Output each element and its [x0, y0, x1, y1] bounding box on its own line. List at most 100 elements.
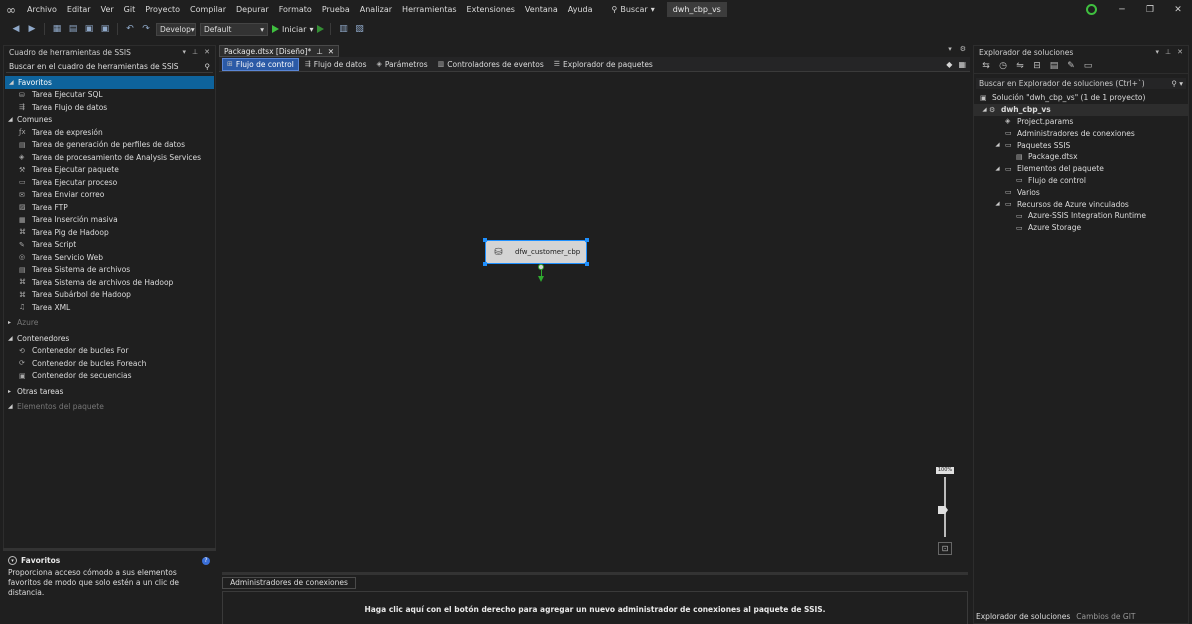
tab-list-dropdown-icon[interactable]: ▾	[948, 45, 952, 53]
sync-icon[interactable]: ⇋	[1014, 60, 1026, 72]
toolbox-search-input[interactable]: Buscar en el cuadro de herramientas de S…	[6, 60, 213, 73]
toolbox-item[interactable]: ♫ Tarea XML	[4, 301, 215, 314]
forward-icon[interactable]: ▶	[26, 23, 38, 35]
menu-ventana[interactable]: Ventana	[520, 0, 563, 19]
start-button[interactable]: Iniciar ▾	[272, 25, 313, 34]
zoom-slider-thumb[interactable]	[938, 506, 948, 514]
precedence-constraint-handle[interactable]	[538, 264, 544, 270]
properties-wrench-icon[interactable]: ✎	[1065, 60, 1077, 72]
help-icon[interactable]: ?	[202, 557, 210, 565]
tab-data-flow[interactable]: ⇶ Flujo de datos	[301, 58, 371, 71]
toolbox-item[interactable]: ▣ Contenedor de secuencias	[4, 370, 215, 383]
toolbox-category-azure[interactable]: ▸ Azure	[4, 317, 215, 330]
toolbox-item[interactable]: ✎ Tarea Script	[4, 239, 215, 252]
toolbox-item[interactable]: ✉ Tarea Enviar correo	[4, 189, 215, 202]
undo-icon[interactable]: ↶	[124, 23, 136, 35]
redo-icon[interactable]: ↷	[140, 23, 152, 35]
menu-archivo[interactable]: Archivo	[22, 0, 62, 19]
data-flow-task-node[interactable]: ⛁ dfw_customer_cbp	[483, 238, 589, 266]
toolbox-item[interactable]: ⌘ Tarea Sistema de archivos de Hadoop	[4, 276, 215, 289]
back-icon[interactable]: ◀	[10, 23, 22, 35]
layout-icon[interactable]: ▧	[353, 23, 365, 35]
toolbox-category-elementos-del-paquete[interactable]: ◢ Elementos del paquete	[4, 401, 215, 414]
tree-item-azure-resources[interactable]: ◢ ▭ Recursos de Azure vinculados	[974, 198, 1188, 210]
resize-handle[interactable]	[585, 262, 589, 266]
expanded-arrow-icon[interactable]: ◢	[990, 166, 1005, 172]
start-without-debug-icon[interactable]	[317, 25, 325, 33]
close-icon[interactable]: ✕	[204, 48, 210, 56]
close-icon[interactable]: ✕	[1164, 5, 1192, 15]
preview-icon[interactable]: ▭	[1082, 60, 1094, 72]
tab-event-handlers[interactable]: ▥ Controladores de eventos	[434, 58, 548, 71]
menu-depurar[interactable]: Depurar	[231, 0, 274, 19]
tree-item-misc[interactable]: ▭ Varios	[974, 186, 1188, 198]
tree-item-azure-storage[interactable]: ▭ Azure Storage	[974, 222, 1188, 234]
menu-analizar[interactable]: Analizar	[355, 0, 397, 19]
save-all-icon[interactable]: ▣	[99, 23, 111, 35]
tree-item-package-parts[interactable]: ◢ ▭ Elementos del paquete	[974, 163, 1188, 175]
resize-handle[interactable]	[483, 262, 487, 266]
minimize-icon[interactable]: ─	[1108, 5, 1136, 15]
gear-icon[interactable]: ⚙	[960, 45, 966, 53]
toolbox-item[interactable]: ⌘ Tarea Subárbol de Hadoop	[4, 289, 215, 302]
close-icon[interactable]: ✕	[1177, 48, 1183, 56]
collapse-all-icon[interactable]: ⊟	[1031, 60, 1043, 72]
toolbox-item[interactable]: ◎ Tarea Servicio Web	[4, 251, 215, 264]
tree-item-azure-ssis-ir[interactable]: ▭ Azure-SSIS Integration Runtime	[974, 210, 1188, 222]
toolbox-item[interactable]: ƒx Tarea de expresión	[4, 126, 215, 139]
menu-ayuda[interactable]: Ayuda	[563, 0, 598, 19]
solution-explorer-search-input[interactable]: Buscar en Explorador de soluciones (Ctrl…	[976, 78, 1186, 89]
restore-icon[interactable]: ❐	[1136, 5, 1164, 15]
show-all-files-icon[interactable]: ▤	[1048, 60, 1060, 72]
tree-item-solution[interactable]: ▣ Solución "dwh_cbp_vs" (1 de 1 proyecto)	[974, 92, 1188, 104]
toolbox-item[interactable]: ◈ Tarea de procesamiento de Analysis Serv…	[4, 151, 215, 164]
history-icon[interactable]: ◷	[997, 60, 1009, 72]
tab-solution-explorer[interactable]: Explorador de soluciones	[976, 612, 1070, 623]
toolbox-item[interactable]: ▨ Tarea FTP	[4, 201, 215, 214]
pin-icon[interactable]: ⊥	[1165, 48, 1171, 56]
expanded-arrow-icon[interactable]: ◢	[980, 107, 989, 113]
expanded-arrow-icon[interactable]: ◢	[990, 142, 1005, 148]
toolbox-item[interactable]: ⛁ Tarea Ejecutar SQL	[4, 89, 215, 102]
open-folder-icon[interactable]: ▤	[67, 23, 79, 35]
dropdown-icon[interactable]: ▾	[183, 48, 187, 56]
collapse-circle-icon[interactable]: ▾	[8, 556, 17, 565]
toolbox-category-otras-tareas[interactable]: ▸ Otras tareas	[4, 385, 215, 398]
switch-views-icon[interactable]: ⇆	[980, 60, 992, 72]
tree-item-project-params[interactable]: ◈ Project.params	[974, 116, 1188, 128]
copilot-icon[interactable]	[1086, 4, 1097, 15]
tab-parameters[interactable]: ◈ Parámetros	[372, 58, 431, 71]
precedence-constraint-arrow-icon[interactable]	[538, 276, 544, 282]
menu-ver[interactable]: Ver	[96, 0, 119, 19]
toolbox-category-contenedores[interactable]: ◢ Contenedores	[4, 332, 215, 345]
toolbox-item[interactable]: ⟲ Contenedor de bucles For	[4, 345, 215, 358]
tree-item-package-dtsx[interactable]: ▤ Package.dtsx	[974, 151, 1188, 163]
tree-item-ssis-packages[interactable]: ◢ ▭ Paquetes SSIS	[974, 139, 1188, 151]
tab-package-explorer[interactable]: ☰ Explorador de paquetes	[550, 58, 657, 71]
expanded-arrow-icon[interactable]: ◢	[990, 201, 1005, 207]
menu-herramientas[interactable]: Herramientas	[397, 0, 462, 19]
toolbox-item[interactable]: ⇶ Tarea Flujo de datos	[4, 101, 215, 114]
menu-compilar[interactable]: Compilar	[185, 0, 231, 19]
menu-prueba[interactable]: Prueba	[317, 0, 355, 19]
control-flow-canvas[interactable]: ⛁ dfw_customer_cbp 100% ⊡	[222, 75, 968, 571]
close-icon[interactable]: ✕	[328, 47, 334, 56]
tab-control-flow[interactable]: ⊞ Flujo de control	[222, 57, 299, 71]
connection-managers-drop-zone[interactable]: Haga clic aquí con el botón derecho para…	[222, 591, 968, 624]
variables-icon[interactable]: ◆	[946, 60, 952, 69]
toolbox-item[interactable]: ⟳ Contenedor de bucles Foreach	[4, 357, 215, 370]
solution-config-combo[interactable]: Develop ▾	[156, 22, 196, 36]
getting-started-icon[interactable]: ▦	[958, 60, 966, 69]
toolbox-item[interactable]: ▤ Tarea Sistema de archivos	[4, 264, 215, 277]
menu-extensiones[interactable]: Extensiones	[462, 0, 520, 19]
tree-item-control-flow[interactable]: ▭ Flujo de control	[974, 175, 1188, 187]
document-tab-package[interactable]: Package.dtsx [Diseño]* ⊥ ✕	[219, 45, 340, 57]
save-icon[interactable]: ▣	[83, 23, 95, 35]
resize-handle[interactable]	[483, 238, 487, 242]
pin-icon[interactable]: ⊥	[192, 48, 198, 56]
tree-item-project[interactable]: ◢ ⚙ dwh_cbp_vs	[974, 103, 1188, 116]
menu-formato[interactable]: Formato	[274, 0, 317, 19]
tree-item-connection-managers[interactable]: ▭ Administradores de conexiones	[974, 127, 1188, 139]
toolbox-item[interactable]: ⚒ Tarea Ejecutar paquete	[4, 164, 215, 177]
toolbox-item[interactable]: ⌘ Tarea Pig de Hadoop	[4, 226, 215, 239]
